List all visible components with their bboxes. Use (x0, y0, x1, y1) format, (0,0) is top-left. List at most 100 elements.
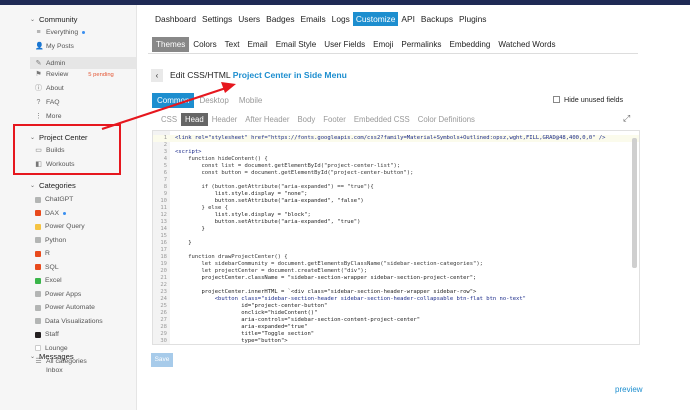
sidebar-item-staff[interactable]: Staff (35, 331, 59, 338)
sidebar-item-power-apps[interactable]: Power Apps (35, 291, 81, 298)
code-tab-header[interactable]: Header (208, 113, 242, 126)
sidebar-item-sql[interactable]: SQL (35, 264, 59, 271)
section-community[interactable]: ⌄ Community (30, 15, 77, 24)
sidebar-item-power-automate[interactable]: Power Automate (35, 304, 95, 311)
code-editor[interactable]: 1 <link rel="stylesheet" href="https://fo… (152, 130, 640, 345)
preview-link[interactable]: preview (615, 385, 643, 394)
subnav-tab-text[interactable]: Text (221, 37, 244, 52)
target-tab-desktop[interactable]: Desktop (194, 93, 233, 108)
sidebar-item-inbox[interactable]: Inbox (35, 367, 63, 374)
code-line: 2 (153, 142, 639, 149)
sidebar-item-faq-label: FAQ (46, 99, 60, 106)
sidebar-item-chatgpt[interactable]: ChatGPT (35, 196, 73, 203)
line-number: 30 (160, 338, 167, 344)
sidebar-item-my-posts-label: My Posts (46, 43, 74, 50)
expand-icon[interactable]: ⤢ (623, 113, 630, 124)
target-tab-common[interactable]: Common (152, 93, 195, 108)
subnav-tab-watched-words[interactable]: Watched Words (494, 37, 559, 52)
nav-tab-users[interactable]: Users (235, 12, 263, 26)
code-text: function hideContent() { (175, 156, 268, 162)
save-button[interactable]: Save (151, 353, 173, 367)
line-number: 28 (160, 324, 167, 330)
sidebar-item-power-automate-label: Power Automate (45, 304, 95, 311)
subnav-tab-permalinks[interactable]: Permalinks (397, 37, 445, 52)
hide-unused-checkbox[interactable] (553, 96, 560, 103)
line-number: 2 (163, 142, 167, 148)
divider (148, 53, 638, 54)
sidebar-item-python[interactable]: Python (35, 237, 66, 244)
subnav-tab-emoji[interactable]: Emoji (369, 37, 397, 52)
code-line: 16 } (153, 240, 639, 247)
code-tab-after-header[interactable]: After Header (241, 113, 293, 126)
code-text: projectCenter.className = "sidebar-secti… (175, 275, 477, 281)
chevron-down-icon: ⌄ (30, 17, 36, 23)
nav-tab-logs[interactable]: Logs (329, 12, 353, 26)
sidebar-item-faq[interactable]: ? FAQ (35, 99, 60, 106)
sidebar-item-about[interactable]: ⓘ About (35, 85, 64, 92)
category-color-icon (35, 210, 41, 216)
code-text: function drawProjectCenter() { (175, 254, 288, 260)
sidebar-item-dax[interactable]: DAX (35, 210, 66, 217)
sidebar-item-review[interactable]: ⚑ Review 5 pending (35, 71, 113, 78)
code-tab-head[interactable]: Head (181, 113, 208, 126)
line-number: 8 (163, 184, 167, 190)
nav-tab-dashboard[interactable]: Dashboard (152, 12, 199, 26)
sidebar-item-power-query[interactable]: Power Query (35, 223, 85, 230)
nav-tab-customize[interactable]: Customize (352, 12, 399, 26)
more-icon: ⋮ (35, 113, 42, 120)
info-icon: ⓘ (35, 85, 42, 92)
sidebar-item-my-posts[interactable]: 👤 My Posts (35, 43, 74, 50)
section-community-label: Community (39, 15, 78, 24)
chevron-down-icon: ⌄ (30, 183, 36, 189)
code-line: 26 onclick="hideContent()" (153, 310, 639, 317)
nav-tab-badges[interactable]: Badges (263, 12, 297, 26)
line-number: 29 (160, 331, 167, 337)
code-tab-css[interactable]: CSS (157, 113, 181, 126)
edit-title: Edit CSS/HTML Project Center in Side Men… (170, 70, 347, 80)
sidebar-item-excel[interactable]: Excel (35, 277, 62, 284)
sidebar-item-more[interactable]: ⋮ More (35, 113, 62, 120)
subnav-tab-email-style[interactable]: Email Style (272, 37, 320, 52)
nav-tab-emails[interactable]: Emails (298, 12, 329, 26)
code-text: let projectCenter = document.createEleme… (175, 268, 368, 274)
unread-dot-icon (82, 31, 86, 34)
sidebar-item-r[interactable]: R (35, 250, 50, 257)
dot-icon (35, 367, 42, 374)
sidebar-item-excel-label: Excel (45, 277, 62, 284)
sidebar-item-sql-label: SQL (45, 263, 59, 271)
sidebar-item-data-visualizations[interactable]: Data Visualizations (35, 318, 103, 325)
section-messages[interactable]: ⌄ Messages (30, 352, 74, 361)
category-color-icon (35, 196, 41, 203)
target-tab-mobile[interactable]: Mobile (234, 93, 268, 108)
unread-dot-icon (62, 211, 66, 215)
category-color-icon (35, 250, 41, 257)
hide-unused-label: Hide unused fields (564, 95, 624, 104)
subnav-tab-embedding[interactable]: Embedding (445, 37, 494, 52)
code-line: 25 id="project-center-button" (153, 303, 639, 310)
nav-tab-settings[interactable]: Settings (199, 12, 235, 26)
sidebar-item-everything[interactable]: ≡ Everything (35, 29, 86, 36)
code-line: 27 aria-controls="sidebar-section-conten… (153, 317, 639, 324)
code-tab-body[interactable]: Body (293, 113, 319, 126)
line-number: 24 (160, 296, 167, 302)
subnav-tab-email[interactable]: Email (243, 37, 271, 52)
code-line: 12 list.style.display = "block"; (153, 212, 639, 219)
subnav-tab-colors[interactable]: Colors (189, 37, 220, 52)
back-button[interactable]: ‹ (151, 69, 163, 82)
category-color-icon (35, 331, 41, 338)
subnav-tab-themes[interactable]: Themes (152, 37, 190, 52)
nav-tab-backups[interactable]: Backups (418, 12, 456, 26)
section-categories[interactable]: ⌄ Categories (30, 181, 76, 190)
nav-tab-api[interactable]: API (398, 12, 418, 26)
subnav-tab-user-fields[interactable]: User Fields (320, 37, 369, 52)
sidebar-item-lounge[interactable]: Lounge (35, 345, 68, 352)
code-line: 10 button.setAttribute("aria-expanded", … (153, 198, 639, 205)
code-tab-color-definitions[interactable]: Color Definitions (414, 113, 479, 126)
code-line: 22 (153, 282, 639, 289)
sidebar-item-admin[interactable]: ✎ Admin (30, 57, 136, 69)
editor-scrollbar[interactable] (632, 138, 637, 268)
code-tab-footer[interactable]: Footer (319, 113, 350, 126)
hide-unused-toggle[interactable]: Hide unused fields (553, 95, 623, 104)
code-tab-embedded-css[interactable]: Embedded CSS (350, 113, 414, 126)
nav-tab-plugins[interactable]: Plugins (456, 12, 489, 26)
